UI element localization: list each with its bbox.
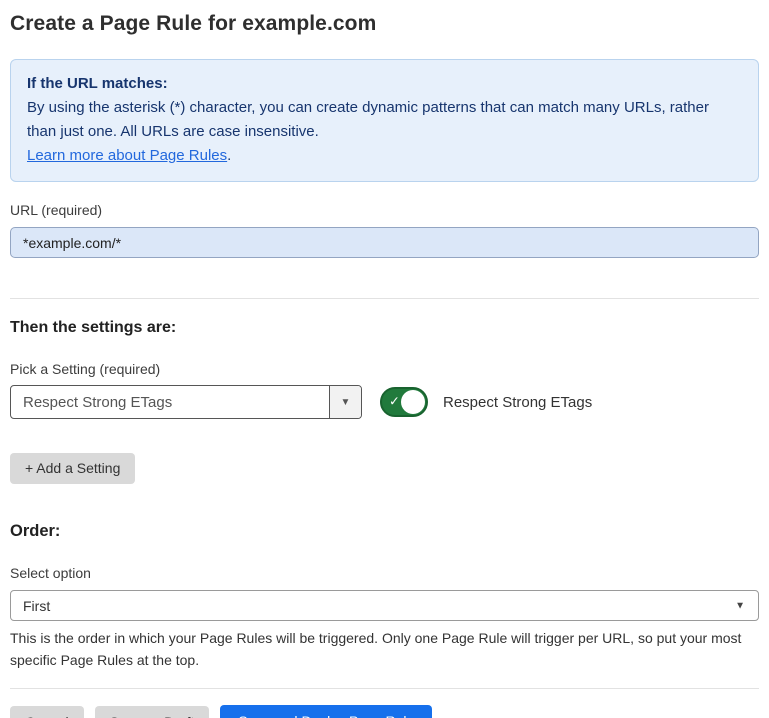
order-select-label: Select option <box>10 565 759 581</box>
setting-toggle[interactable]: ✓ <box>380 387 428 417</box>
save-and-deploy-button[interactable]: Save and Deploy Page Rule <box>220 705 432 718</box>
settings-heading: Then the settings are: <box>10 319 759 337</box>
caret-down-icon: ▼ <box>341 397 351 408</box>
link-period: . <box>227 147 231 164</box>
setting-dropdown[interactable]: Respect Strong ETags ▼ <box>10 385 362 419</box>
info-box-link-line: Learn more about Page Rules. <box>27 144 742 168</box>
cancel-button[interactable]: Cancel <box>10 706 84 718</box>
footer-divider <box>10 688 759 689</box>
setting-row: Respect Strong ETags ▼ ✓ Respect Strong … <box>10 385 759 419</box>
section-divider <box>10 298 759 299</box>
create-page-rule-form: Create a Page Rule for example.com If th… <box>0 0 769 718</box>
url-field-label: URL (required) <box>10 202 759 218</box>
footer-actions: Cancel Save as Draft Save and Deploy Pag… <box>10 705 759 718</box>
info-box-body: By using the asterisk (*) character, you… <box>27 96 742 144</box>
order-heading: Order: <box>10 522 759 541</box>
page-title: Create a Page Rule for example.com <box>10 12 759 36</box>
order-select[interactable]: First ▼ <box>10 590 759 621</box>
pick-setting-label: Pick a Setting (required) <box>10 361 759 377</box>
order-help-text: This is the order in which your Page Rul… <box>10 627 755 671</box>
order-select-value: First <box>23 598 50 614</box>
save-as-draft-button[interactable]: Save as Draft <box>95 706 210 718</box>
dropdown-arrow-button[interactable]: ▼ <box>329 386 361 418</box>
url-match-info-box: If the URL matches: By using the asteris… <box>10 59 759 182</box>
learn-more-link[interactable]: Learn more about Page Rules <box>27 147 227 164</box>
toggle-knob <box>401 390 425 414</box>
info-box-heading: If the URL matches: <box>27 72 742 96</box>
check-icon: ✓ <box>389 394 400 410</box>
toggle-label: Respect Strong ETags <box>443 394 592 411</box>
chevron-down-icon: ▼ <box>735 600 745 611</box>
add-setting-button[interactable]: + Add a Setting <box>10 453 135 484</box>
url-input[interactable] <box>10 227 759 258</box>
setting-dropdown-value: Respect Strong ETags <box>11 386 329 418</box>
